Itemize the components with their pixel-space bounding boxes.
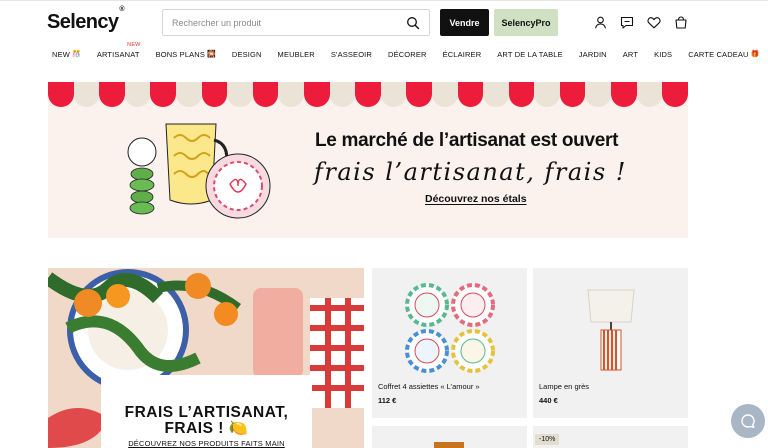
promo-card: FRAIS L’ARTISANAT, FRAIS ! 🍋 DÉCOUVREZ NO… xyxy=(101,375,312,448)
hero-banner[interactable]: Le marché de l’artisanat est ouvert frai… xyxy=(48,82,688,238)
nav-item-carte-cadeau[interactable]: CARTE CADEAU 🎁 xyxy=(688,50,759,59)
main-nav: NEW 🎊 ARTISANAT NEW BONS PLANS 🎇 DESIGN MEU… xyxy=(52,42,768,62)
product-card[interactable] xyxy=(372,426,527,448)
banner-title: Le marché de l’artisanat est ouvert xyxy=(315,130,619,151)
new-badge: NEW xyxy=(127,41,141,48)
product-name: Lampe en grès xyxy=(539,382,590,391)
discount-badge: -10% xyxy=(535,434,560,445)
nav-label: MEUBLER xyxy=(277,49,315,59)
product-price: 440 € xyxy=(539,396,558,405)
bag-icon[interactable] xyxy=(674,15,688,29)
nav-label: JARDIN xyxy=(578,49,607,59)
chat-bubble-icon[interactable] xyxy=(731,404,765,438)
nav-label: KIDS xyxy=(654,49,673,59)
nav-item-new[interactable]: NEW 🎊 xyxy=(52,50,81,59)
banner-link[interactable]: Découvrez nos étals xyxy=(425,193,527,205)
selency-pro-button[interactable]: SelencyPro xyxy=(494,9,558,36)
nav-label: ART DE LA TABLE xyxy=(497,49,563,59)
sell-button[interactable]: Vendre xyxy=(440,9,489,36)
search-input[interactable] xyxy=(172,17,406,28)
nav-item-design[interactable]: DESIGN xyxy=(232,50,262,59)
logo-registered-mark: ® xyxy=(119,6,124,14)
search-icon[interactable] xyxy=(406,16,420,30)
nav-label: ART xyxy=(622,49,639,59)
gift-icon: 🎁 xyxy=(750,51,760,58)
promo-title-line1: FRAIS L’ARTISANAT, xyxy=(124,404,289,421)
product-card[interactable]: Lampe en grès 440 € xyxy=(533,268,688,418)
nav-item-eclairer[interactable]: ÉCLAIRER xyxy=(443,50,482,59)
nav-item-decorer[interactable]: DÉCORER xyxy=(388,50,427,59)
product-name: Coffret 4 assiettes « L’amour » xyxy=(378,382,480,391)
nav-item-sasseoir[interactable]: S'ASSEOIR xyxy=(331,50,372,59)
nav-label: DÉCORER xyxy=(388,49,427,59)
promo-title-line2: FRAIS ! 🍋 xyxy=(164,420,249,437)
nav-label: CARTE CADEAU xyxy=(688,49,749,59)
product-image xyxy=(405,283,495,373)
nav-label: ÉCLAIRER xyxy=(442,49,482,59)
sparkler-icon: 🎇 xyxy=(207,51,216,58)
product-image xyxy=(587,289,635,371)
product-card[interactable]: -10% xyxy=(533,426,688,448)
product-image xyxy=(434,442,464,448)
nav-item-artisanat[interactable]: ARTISANAT NEW xyxy=(96,42,141,59)
nav-item-jardin[interactable]: JARDIN xyxy=(579,50,607,59)
banner-script-tagline: frais l’artisanat, frais ! xyxy=(314,158,627,186)
promo-tile[interactable]: FRAIS L’ARTISANAT, FRAIS ! 🍋 DÉCOUVREZ NO… xyxy=(48,268,364,448)
product-price: 112 € xyxy=(378,396,397,405)
nav-label: BONS PLANS xyxy=(155,49,206,59)
heart-icon[interactable] xyxy=(647,15,661,29)
logo-text: Selency xyxy=(47,11,119,33)
nav-item-art[interactable]: ART xyxy=(623,50,638,59)
top-border xyxy=(0,0,768,1)
nav-label: ARTISANAT xyxy=(96,49,140,59)
user-icon[interactable] xyxy=(593,15,607,29)
nav-item-bons-plans[interactable]: BONS PLANS 🎇 xyxy=(156,50,216,59)
logo[interactable]: Selency® xyxy=(47,6,125,34)
awning-decoration xyxy=(48,82,688,107)
promo-link[interactable]: DÉCOUVREZ NOS PRODUITS FAITS MAIN xyxy=(101,439,312,448)
craft-objects-illustration xyxy=(127,123,271,219)
promo-title: FRAIS L’ARTISANAT, FRAIS ! 🍋 xyxy=(101,405,312,437)
nav-item-kids[interactable]: KIDS xyxy=(654,50,672,59)
nav-label: DESIGN xyxy=(231,49,262,59)
nav-label: NEW xyxy=(52,49,70,59)
search-bar xyxy=(162,9,430,36)
confetti-icon: 🎊 xyxy=(71,51,81,58)
nav-label: S'ASSEOIR xyxy=(330,49,372,59)
nav-item-meubler[interactable]: MEUBLER xyxy=(278,50,315,59)
chat-icon[interactable] xyxy=(620,15,634,29)
product-card[interactable]: Coffret 4 assiettes « L’amour » 112 € xyxy=(372,268,527,418)
nav-item-art-de-la-table[interactable]: ART DE LA TABLE xyxy=(497,50,562,59)
